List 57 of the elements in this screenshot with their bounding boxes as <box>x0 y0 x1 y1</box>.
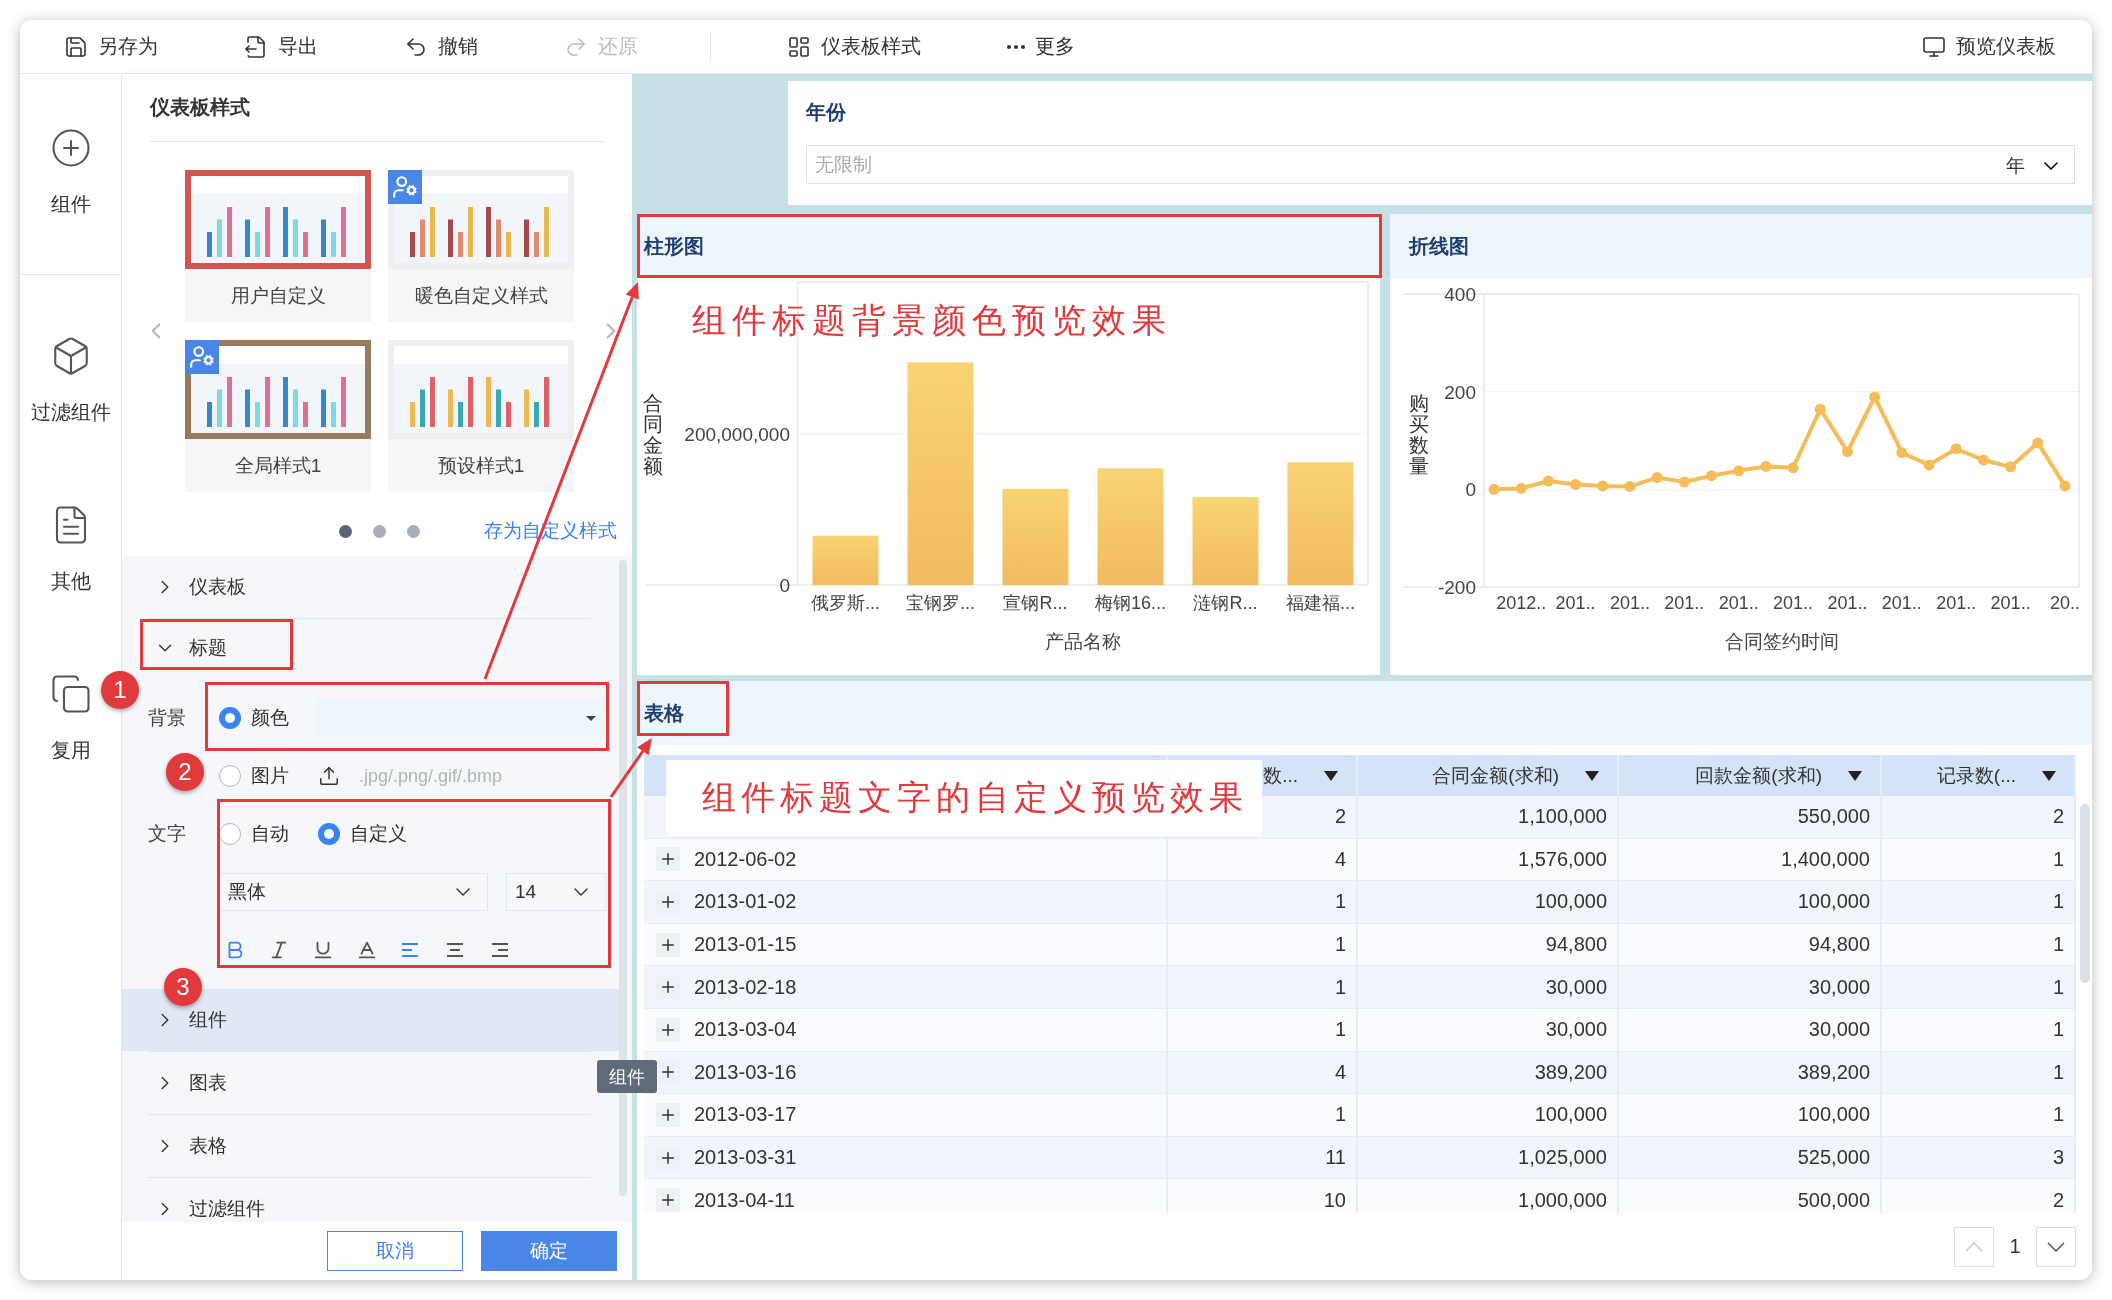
table-cell: 2012-06-02 <box>694 847 797 871</box>
tick-label: 2012.. <box>1496 593 1547 613</box>
tick-label: 201.. <box>1936 593 1977 613</box>
tick-label: 201.. <box>1555 593 1596 613</box>
axis-title: 合同金额 <box>643 392 663 477</box>
table-cell: 500,000 <box>1619 1179 1882 1213</box>
table-cell: 2013-03-31 <box>694 1146 797 1170</box>
tooltip: 组件 <box>597 1060 657 1093</box>
tick-label: 20.. <box>2050 593 2080 613</box>
table-cell: 1,000,000 <box>1358 1179 1619 1213</box>
card-title: 柱形图 <box>637 214 1380 278</box>
axis-title: 产品名称 <box>1045 631 1121 652</box>
category-label: 梅钢16... <box>1095 593 1166 613</box>
table-cell: 2013-02-18 <box>694 975 797 999</box>
tick-label: 0 <box>779 575 790 596</box>
category-label: 俄罗斯... <box>811 593 880 613</box>
tick-label: 201.. <box>1718 593 1759 613</box>
option-label: 自定义 <box>350 822 407 846</box>
option-label: 图片 <box>251 764 289 788</box>
table-cell: 2013-01-15 <box>694 933 797 957</box>
table-cell: 10 <box>1168 1179 1358 1213</box>
tick-label: 0 <box>1465 479 1476 501</box>
tick-label: 400 <box>1444 284 1476 305</box>
file-type-hint: .jpg/.png/.gif/.bmp <box>359 765 503 787</box>
axis-title: 购买数量 <box>1409 392 1429 477</box>
category-label: 福建福... <box>1286 593 1355 613</box>
unit-label: 年 <box>2006 154 2025 178</box>
option-label: 自动 <box>251 822 289 846</box>
tick-label: 201.. <box>1664 593 1705 613</box>
panel-title: 仪表板样式 <box>150 74 604 142</box>
tick-label: 201.. <box>1773 593 1814 613</box>
card-title: 折线图 <box>1390 214 2092 278</box>
tick-label: 201.. <box>1609 593 1650 613</box>
field-label: 文字 <box>148 822 187 846</box>
page-number: 1 <box>2008 1235 2022 1258</box>
field-label: 背景 <box>148 706 187 730</box>
table-cell: 2013-03-04 <box>694 1018 797 1042</box>
table-cell: 2 <box>1882 1179 2076 1213</box>
category-label: 宣钢R... <box>1003 593 1068 613</box>
tick-label: 201.. <box>1881 593 1922 613</box>
tick-label: -200 <box>1437 577 1476 598</box>
table-cell: 2013-03-17 <box>694 1103 797 1127</box>
category-label: 涟钢R... <box>1193 593 1258 613</box>
axis-title: 合同签约时间 <box>1724 631 1839 652</box>
annotation-text: 组件标题背景颜色预览效果 <box>692 300 1172 341</box>
card-title: 年份 <box>806 100 847 125</box>
tick-label: 201.. <box>1827 593 1868 613</box>
table-cell: 2013-01-02 <box>694 890 797 914</box>
table-cell: 2013-03-16 <box>694 1060 797 1084</box>
tick-label: 201.. <box>1990 593 2031 613</box>
category-label: 宝钢罗... <box>906 593 975 613</box>
annotation-text: 组件标题文字的自定义预览效果 <box>666 760 1262 836</box>
tick-label: 200 <box>1444 381 1476 403</box>
table-cell: 2013-04-11 <box>694 1188 795 1212</box>
tick-label: 200,000,000 <box>684 423 790 445</box>
option-label: 颜色 <box>251 706 289 730</box>
card-title: 表格 <box>637 681 2092 745</box>
